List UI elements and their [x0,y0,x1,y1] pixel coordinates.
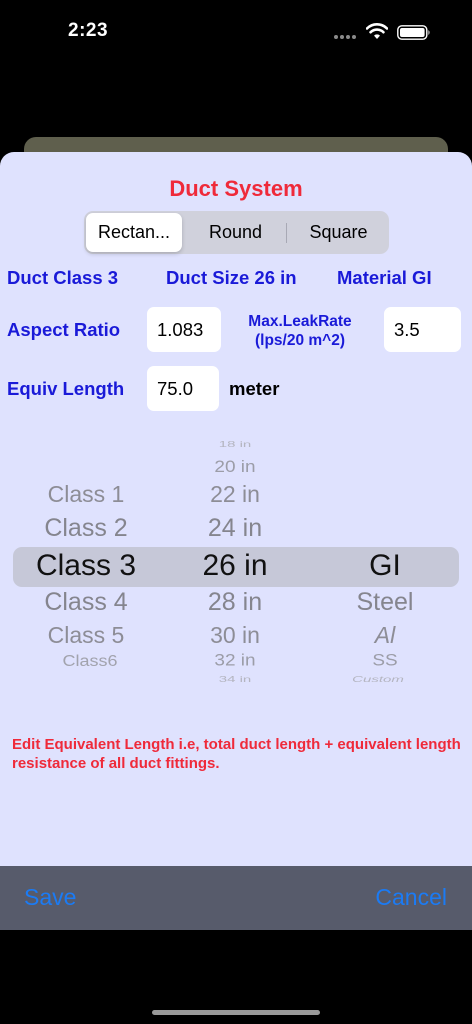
picker-size-item[interactable]: 32 in [214,652,255,671]
hint-text: Edit Equivalent Length i.e, total duct l… [12,736,461,772]
wifi-icon [366,23,388,39]
cancel-button[interactable]: Cancel [375,884,447,911]
picker-class-item[interactable]: Class6 [62,653,117,671]
segment-divider [286,223,287,243]
max-leak-rate-label-line2: (lps/20 m^2) [254,332,346,349]
picker-size-item[interactable]: 24 in [208,514,262,543]
picker-class-item[interactable]: Class 2 [44,514,127,543]
equiv-length-field[interactable]: 75.0 [147,366,219,411]
picker-size-item[interactable]: 30 in [210,622,260,649]
aspect-ratio-field[interactable]: 1.083 [147,307,221,352]
max-leak-rate-field[interactable]: 3.5 [384,307,461,352]
status-time: 2:23 [68,20,109,41]
home-indicator[interactable] [152,1010,320,1015]
battery-icon [397,25,430,40]
segment-square[interactable]: Square [290,213,387,252]
max-leak-rate-label-line1: Max.LeakRate [248,313,352,330]
max-leak-rate-label: Max.LeakRate (lps/20 m^2) [232,312,368,350]
cellular-signal-icon [334,35,358,41]
picker-class-item[interactable]: Class 1 [48,481,125,508]
picker-class-item-selected[interactable]: Class 3 [36,549,136,583]
material-label: Material GI [337,267,432,288]
duct-shape-segmented-control: Rectan... Round Square [84,211,389,254]
picker-material-item[interactable]: Al [375,622,395,649]
duct-size-label: Duct Size 26 in [166,267,297,288]
picker-size-item[interactable]: 18 in [219,440,252,449]
equiv-length-label: Equiv Length [7,378,125,399]
picker-size-item[interactable]: 28 in [208,588,262,617]
bottom-toolbar: Save Cancel [0,866,472,930]
segment-round[interactable]: Round [188,213,283,252]
page-title: Duct System [169,176,303,201]
aspect-ratio-label: Aspect Ratio [7,319,121,340]
picker-size-item[interactable]: 22 in [210,481,260,508]
picker-size-item[interactable]: 20 in [214,459,255,478]
screen: 2:23 Duct System Rectan... Round Square … [0,0,472,1024]
picker-size-item-selected[interactable]: 26 in [202,549,267,583]
picker-material-item[interactable]: Custom [352,675,404,684]
selection-summary: Duct Class 3 Duct Size 26 in Material GI [0,267,472,291]
picker-class-item[interactable]: Class 4 [44,588,127,617]
save-button[interactable]: Save [24,884,76,911]
status-bar: 2:23 [0,0,472,64]
picker-material-item[interactable]: SS [372,652,397,671]
duct-picker-wheel[interactable]: Class 1 Class 2 Class 3 Class 4 Class 5 … [0,434,472,686]
duct-class-label: Duct Class 3 [7,267,119,288]
segment-rectangular[interactable]: Rectan... [86,213,182,252]
picker-material-item[interactable]: Steel [357,588,414,617]
equiv-length-unit: meter [229,378,280,399]
picker-size-item[interactable]: 34 in [219,675,252,684]
duct-system-sheet: Duct System Rectan... Round Square Duct … [0,152,472,930]
picker-material-item-selected[interactable]: GI [369,549,401,583]
picker-class-item[interactable]: Class 5 [48,622,125,649]
